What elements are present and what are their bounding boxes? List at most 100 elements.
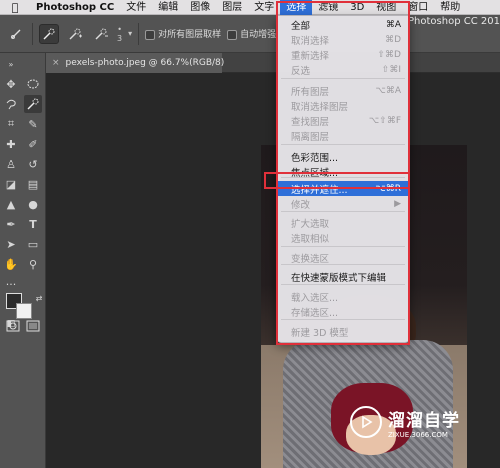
menu-item-label: 色彩范围... <box>291 152 339 164</box>
menu-item-label: 变换选区 <box>291 253 330 265</box>
menu-image[interactable]: 图像 <box>184 0 216 15</box>
menu-item-shortcut: ⌥⌘A <box>375 85 401 96</box>
dodge-tool-icon[interactable]: ● <box>24 195 42 213</box>
menu-separator <box>281 144 405 145</box>
menu-item[interactable]: 选择并遮住... ⌥⌘R <box>277 181 409 196</box>
eraser-tool-icon[interactable]: ◪ <box>2 175 20 193</box>
menu-item-label: 隔离图层 <box>291 131 330 143</box>
menu-item-label: 存储选区... <box>291 307 339 319</box>
screen-mode-icon[interactable] <box>24 317 42 335</box>
menu-view[interactable]: 视图 <box>370 0 402 15</box>
menu-item-label: 查找图层 <box>291 116 330 128</box>
photoshop-window:  Photoshop CC 文件 编辑 图像 图层 文字 选择 滤镜 3D 视… <box>0 0 500 468</box>
watermark: 溜溜自学 ZIXUE.3066.COM <box>350 398 492 446</box>
select-menu-dropdown: 全部 ⌘A 取消选择 ⌘D 重新选择 ⇧⌘D 反选 ⇧⌘I 所有图层 ⌥⌘A 取消选择图层 查找图层 ⌥… <box>276 15 410 343</box>
tools-panel: » ✥ ⌗ ✎ ✚ ✐ ♙ ↺ ◪ ▤ ▲ ● ✒ T ➤ ▭ ✋ ⚲ ··· … <box>0 53 46 468</box>
menu-item[interactable]: 色彩范围... <box>277 149 409 164</box>
menu-item: 新建 3D 模型 <box>277 324 409 339</box>
auto-enhance-option[interactable]: 自动增强 <box>227 27 276 40</box>
menu-item: 修改 ▶ <box>277 196 409 211</box>
brush-size-picker[interactable]: • 3 <box>117 25 122 43</box>
menu-item: 选取相似 <box>277 230 409 245</box>
menu-item-label: 反选 <box>291 65 311 77</box>
quick-selection-tool-icon[interactable] <box>24 95 42 113</box>
menu-item-shortcut: ⌘A <box>385 19 401 30</box>
menu-help[interactable]: 帮助 <box>434 0 466 15</box>
menu-separator <box>281 284 405 285</box>
menu-file[interactable]: 文件 <box>120 0 152 15</box>
menu-item[interactable]: 焦点区域... <box>277 164 409 179</box>
history-brush-tool-icon[interactable]: ↺ <box>24 155 42 173</box>
menu-item: 重新选择 ⇧⌘D <box>277 47 409 62</box>
type-tool-icon[interactable]: T <box>24 215 42 233</box>
watermark-url: ZIXUE.3066.COM <box>388 430 448 439</box>
menu-item-label: 选取相似 <box>291 233 330 245</box>
move-tool-icon[interactable]: ✥ <box>2 75 20 93</box>
close-icon[interactable]: × <box>52 58 60 68</box>
menu-item-label: 取消选择 <box>291 35 330 47</box>
menu-item-shortcut: ⇧⌘D <box>377 49 401 60</box>
menu-item: 查找图层 ⌥⇧⌘F <box>277 113 409 128</box>
tab-document[interactable]: × pexels-photo.jpeg @ 66.7%(RGB/8) <box>46 53 225 73</box>
eyedropper-tool-icon[interactable]: ✎ <box>24 115 42 133</box>
menu-item-label: 在快速蒙版模式下编辑 <box>291 272 387 284</box>
brush-dot-icon: • <box>117 24 122 34</box>
menu-item-label: 载入选区... <box>291 292 339 304</box>
menu-item[interactable]: 全部 ⌘A <box>277 17 409 32</box>
document-tab-title: pexels-photo.jpeg @ 66.7%(RGB/8) <box>65 58 225 68</box>
menu-item: 所有图层 ⌥⌘A <box>277 83 409 98</box>
menu-item-shortcut: ⌥⌘R <box>375 183 401 194</box>
zoom-tool-icon[interactable]: ⚲ <box>24 255 42 273</box>
quick-mask-icon[interactable] <box>4 317 22 335</box>
auto-enhance-label: 自动增强 <box>240 30 277 40</box>
rectangle-tool-icon[interactable]: ▭ <box>24 235 42 253</box>
menu-item: 载入选区... <box>277 289 409 304</box>
brush-size-value: 3 <box>117 33 123 43</box>
clone-stamp-tool-icon[interactable]: ♙ <box>2 155 20 173</box>
pen-tool-icon[interactable]: ✒ <box>2 215 20 233</box>
lasso-tool-icon[interactable] <box>2 95 20 113</box>
sample-all-layers-option[interactable]: 对所有图层取样 <box>145 27 221 40</box>
menu-layer[interactable]: 图层 <box>216 0 248 15</box>
menu-item: 取消选择 ⌘D <box>277 32 409 47</box>
path-selection-tool-icon[interactable]: ➤ <box>2 235 20 253</box>
menu-type[interactable]: 文字 <box>248 0 280 15</box>
divider <box>32 22 33 45</box>
healing-brush-tool-icon[interactable]: ✚ <box>2 135 20 153</box>
window-title: Photoshop CC 2017 <box>408 16 500 27</box>
menu-item: 取消选择图层 <box>277 98 409 113</box>
menu-item-label: 所有图层 <box>291 86 330 98</box>
new-selection-icon[interactable] <box>39 23 59 44</box>
auto-enhance-checkbox[interactable] <box>227 29 238 40</box>
menu-item-label: 修改 <box>291 199 311 211</box>
apple-icon[interactable]:  <box>0 1 30 14</box>
menu-separator <box>281 319 405 320</box>
marquee-tool-icon[interactable] <box>24 75 42 93</box>
sample-all-layers-checkbox[interactable] <box>145 29 156 40</box>
menu-separator <box>281 211 405 212</box>
brush-tool-icon[interactable]: ✐ <box>24 135 42 153</box>
tool-preset-icon[interactable] <box>6 24 26 44</box>
menu-photoshop[interactable]: Photoshop CC <box>30 0 120 15</box>
gradient-tool-icon[interactable]: ▤ <box>24 175 42 193</box>
menu-item-label: 扩大选取 <box>291 218 330 230</box>
more-tools-icon[interactable]: ··· <box>2 275 20 293</box>
menu-3d[interactable]: 3D <box>344 0 370 15</box>
menu-item-label: 取消选择图层 <box>291 101 349 113</box>
chevron-down-icon[interactable]: ▾ <box>128 29 132 38</box>
menu-filter[interactable]: 滤镜 <box>312 0 344 15</box>
menu-item: 变换选区 <box>277 250 409 265</box>
play-logo-icon <box>350 406 382 438</box>
watermark-name: 溜溜自学 <box>388 410 460 431</box>
hand-tool-icon[interactable]: ✋ <box>2 255 20 273</box>
menu-item: 反选 ⇧⌘I <box>277 62 409 77</box>
menu-item[interactable]: 在快速蒙版模式下编辑 <box>277 269 409 284</box>
collapse-panel-icon[interactable]: » <box>2 55 20 73</box>
menu-window[interactable]: 窗口 <box>402 0 434 15</box>
add-to-selection-icon[interactable] <box>65 24 85 44</box>
subtract-from-selection-icon[interactable] <box>91 24 111 44</box>
blur-tool-icon[interactable]: ▲ <box>2 195 20 213</box>
crop-tool-icon[interactable]: ⌗ <box>2 115 20 133</box>
menu-select[interactable]: 选择 <box>280 0 313 15</box>
menu-edit[interactable]: 编辑 <box>152 0 184 15</box>
